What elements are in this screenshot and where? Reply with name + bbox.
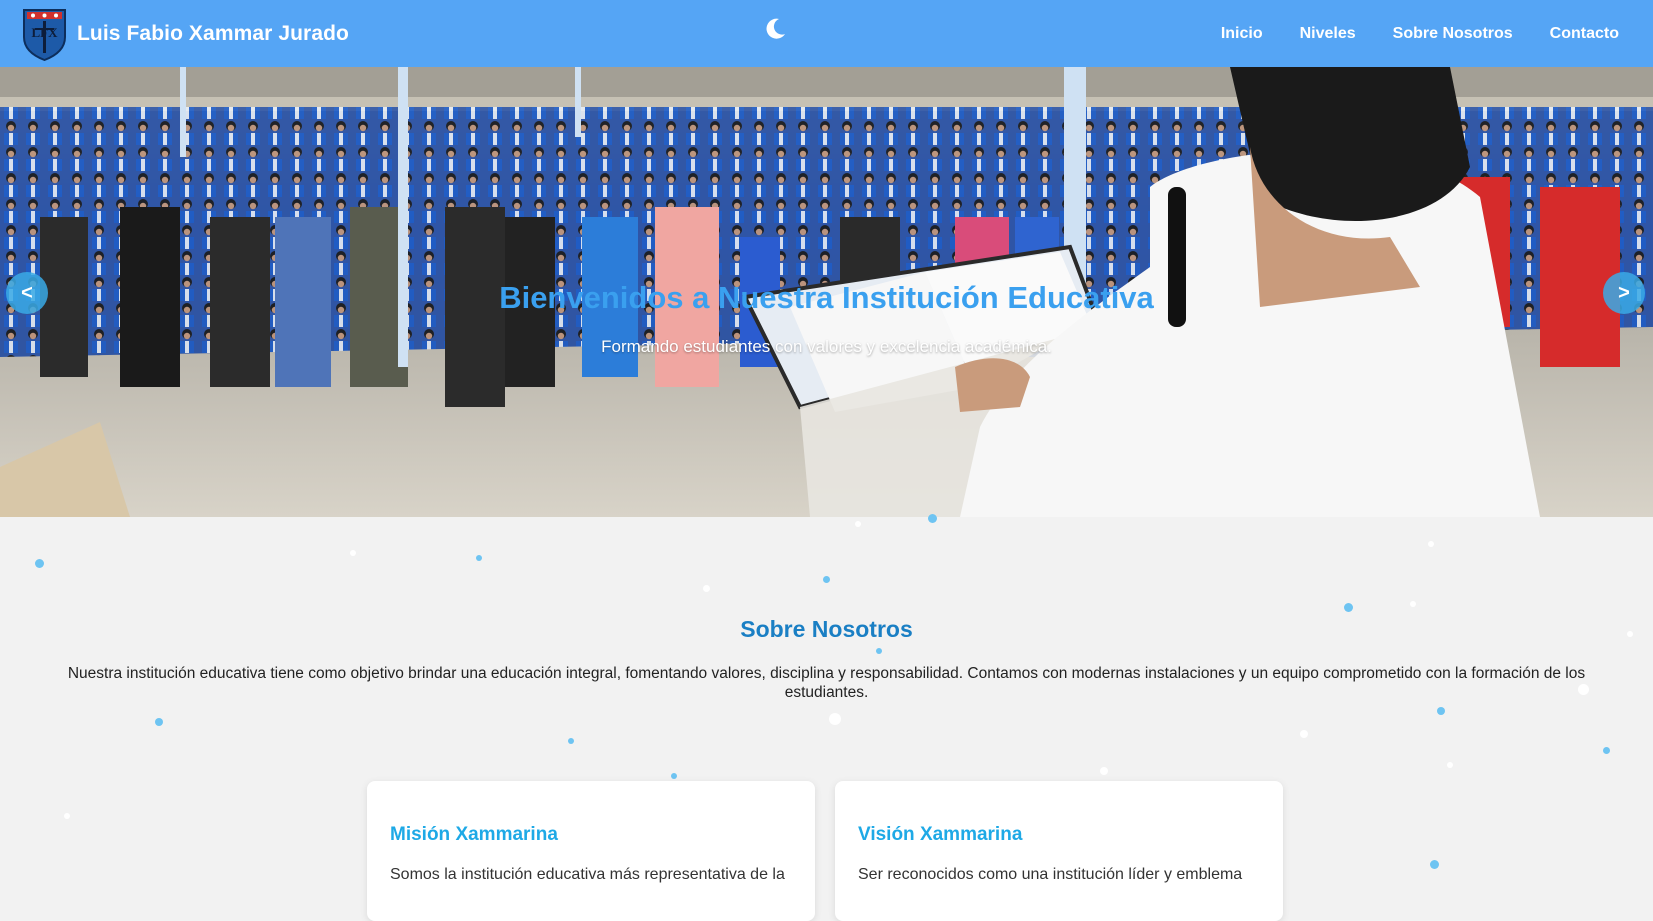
nav-niveles[interactable]: Niveles <box>1300 25 1356 43</box>
nav-sobre-nosotros[interactable]: Sobre Nosotros <box>1393 25 1513 43</box>
carousel-prev-button[interactable]: < <box>6 272 48 314</box>
carousel-next-button[interactable]: > <box>1603 272 1645 314</box>
svg-text:LFX: LFX <box>32 25 59 40</box>
vision-card-title: Visión Xammarina <box>858 824 1023 845</box>
moon-icon[interactable] <box>762 16 788 42</box>
vision-card: Visión Xammarina Ser reconocidos como un… <box>835 781 1283 921</box>
mision-card-title: Misión Xammarina <box>390 824 558 845</box>
hero-carousel: Bienvenidos a Nuestra Institución Educat… <box>0 67 1653 517</box>
particle-dot <box>1410 601 1416 607</box>
about-title: Sobre Nosotros <box>740 616 913 642</box>
particle-dot <box>1430 860 1439 869</box>
particle-dot <box>1447 762 1453 768</box>
nav-contacto[interactable]: Contacto <box>1550 25 1619 43</box>
main-nav: Inicio Niveles Sobre Nosotros Contacto <box>1221 0 1653 67</box>
mision-card: Misión Xammarina Somos la institución ed… <box>367 781 815 921</box>
hero-title: Bienvenidos a Nuestra Institución Educat… <box>499 280 1154 315</box>
school-logo: LFX <box>23 8 66 61</box>
particle-dot <box>855 521 861 527</box>
nav-inicio[interactable]: Inicio <box>1221 25 1263 43</box>
vision-card-text: Ser reconocidos como una institución líd… <box>858 866 1243 883</box>
particle-dot <box>476 555 482 561</box>
particle-dot <box>1344 603 1353 612</box>
particle-dot <box>1428 541 1434 547</box>
about-text: Nuestra institución educativa tiene como… <box>67 665 1586 701</box>
particle-dot <box>1300 730 1308 738</box>
particle-dot <box>155 718 163 726</box>
particle-dot <box>829 713 841 725</box>
particle-dot <box>703 585 710 592</box>
particle-dot <box>1603 747 1610 754</box>
particle-dot <box>876 648 882 654</box>
particle-dot <box>64 813 70 819</box>
particle-dot <box>35 559 44 568</box>
particle-dot <box>1437 707 1445 715</box>
navbar: LFX Luis Fabio Xammar Jurado Inicio Nive… <box>0 0 1653 67</box>
particle-dot <box>350 550 356 556</box>
brand[interactable]: LFX Luis Fabio Xammar Jurado <box>21 7 349 61</box>
mision-card-text: Somos la institución educativa más repre… <box>390 866 785 883</box>
particle-dot <box>823 576 830 583</box>
brand-name: Luis Fabio Xammar Jurado <box>77 21 349 45</box>
hero-subtitle: Formando estudiantes con valores y excel… <box>601 337 1052 356</box>
particle-dot <box>568 738 574 744</box>
particle-dot <box>1100 767 1108 775</box>
particle-dot <box>671 773 677 779</box>
